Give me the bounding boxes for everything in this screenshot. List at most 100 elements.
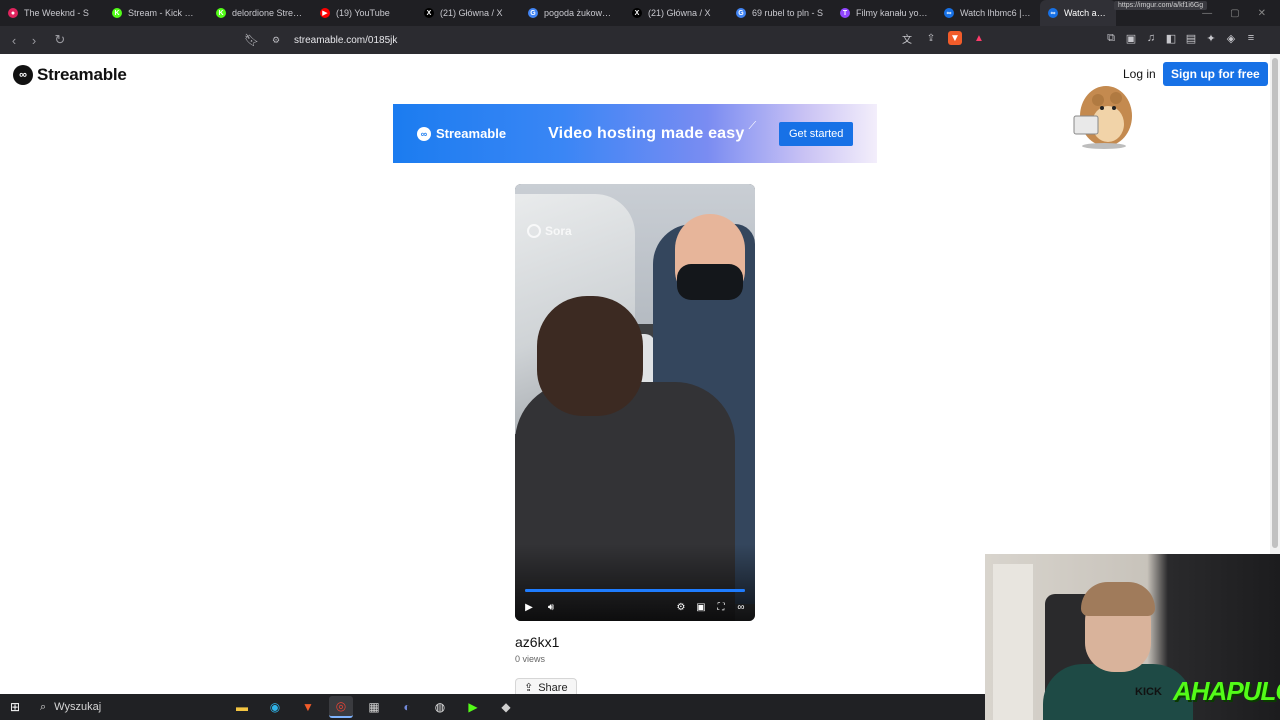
share-label: Share (538, 681, 568, 694)
tab-favicon-icon: X (632, 8, 642, 18)
video-views: 0 views (515, 654, 546, 664)
extension-icons: ⧉ ▣ ♫ ◧ ▤ ✦ ◈ ≡ (1104, 31, 1258, 45)
tab-4[interactable]: X (21) Główna / X (416, 0, 520, 26)
ad-banner[interactable]: ∞ Streamable Video hosting made easy ⟋ G… (393, 104, 877, 163)
extensions-icon[interactable]: ⧉ (1104, 31, 1118, 45)
video-title: az6kx1 (515, 634, 560, 650)
chrome-icon[interactable]: ◎ (329, 696, 353, 718)
fullscreen-icon[interactable]: ⛶ (715, 601, 727, 613)
back-icon[interactable]: ‹ (4, 30, 24, 50)
browser-tab-bar: ● The Weeknd - S K Stream - Kick Dashb Kdelo… (0, 0, 1280, 26)
close-icon[interactable]: ✕ (1258, 8, 1266, 19)
wallet-alt-icon[interactable]: ▤ (1184, 31, 1198, 45)
tab-8[interactable]: T Filmy kanału youlia (832, 0, 936, 26)
app-icon-2[interactable]: ◆ (494, 696, 518, 718)
brave-icon[interactable]: ▼ (296, 696, 320, 718)
tab-favicon-icon: ∞ (944, 8, 954, 18)
tab-favicon-icon: G (528, 8, 538, 18)
tab-3[interactable]: ▶ (19) YouTube (312, 0, 416, 26)
maximize-icon[interactable]: ▢ (1230, 8, 1239, 19)
banner-tagline: Video hosting made easy (548, 124, 745, 142)
music-icon[interactable]: ♫ (1144, 31, 1158, 45)
search-icon: ⌕ (40, 700, 47, 713)
hamster-sticker-image (1073, 86, 1132, 149)
tab-title: Watch lhbmc6 | Stre (960, 8, 1032, 18)
edge-icon[interactable]: ◉ (263, 696, 287, 718)
share-icon: ⇪ (524, 682, 534, 694)
video-player[interactable]: Sora ▶ 🔊︎ ⚙ ▣ ⛶ ∞ (515, 184, 755, 621)
tab-1[interactable]: K Stream - Kick Dashb (104, 0, 208, 26)
picture-in-picture-icon[interactable]: ▣ (695, 601, 707, 613)
tab-title: 69 rubel to pln - S (752, 8, 824, 18)
tab-9[interactable]: ∞ Watch lhbmc6 | Stre (936, 0, 1040, 26)
sidebar-icon[interactable]: ◧ (1164, 31, 1178, 45)
tab-active[interactable]: ∞ Watch az6kx1 (1040, 0, 1116, 26)
tab-favicon-icon: K (112, 8, 122, 18)
tab-7[interactable]: G 69 rubel to pln - S (728, 0, 832, 26)
kick-app-icon[interactable]: ▶ (461, 696, 485, 718)
tab-favicon-icon: G (736, 8, 746, 18)
streamable-banner-icon: ∞ (417, 126, 431, 141)
discord-icon[interactable]: ◐ (395, 696, 419, 718)
video-frame-mask (677, 264, 743, 300)
tab-list: ● The Weeknd - S K Stream - Kick Dashb Kdelo… (0, 0, 1040, 26)
forward-icon[interactable]: › (24, 30, 44, 50)
tab-2[interactable]: Kdelordione Stream (208, 0, 312, 26)
app-icon[interactable]: ▦ (362, 696, 386, 718)
volume-icon[interactable]: 🔊︎ (545, 601, 557, 613)
play-icon[interactable]: ▶ (523, 601, 535, 613)
streamable-logo[interactable]: ∞ Streamable (13, 65, 127, 85)
video-controls: ▶ 🔊︎ ⚙ ▣ ⛶ ∞ (523, 600, 747, 614)
brave-shield-icon[interactable]: ▼ (948, 31, 962, 45)
scrollbar-thumb[interactable] (1272, 58, 1278, 548)
share-page-icon[interactable]: ⇪ (924, 31, 938, 45)
window-controls: — ▢ ✕ (1202, 8, 1280, 19)
address-bar[interactable]: 🔖︎ ⚙ streamable.com/0185jk (244, 29, 990, 51)
windows-start-icon[interactable]: ⊞ (0, 694, 30, 720)
video-frame-man-head (537, 296, 643, 416)
tab-title: (19) YouTube (336, 8, 390, 18)
video-progress-fill (525, 589, 745, 592)
signup-button[interactable]: Sign up for free (1163, 62, 1268, 86)
webcam-overlay: KICK AHAPULCO (985, 554, 1280, 720)
taskbar-search[interactable]: ⌕ Wyszukaj (30, 694, 220, 720)
bookmark-icon[interactable]: 🔖︎ (244, 33, 264, 47)
webcam-door (993, 564, 1033, 720)
translate-icon[interactable]: 文 (900, 31, 914, 46)
tab-title: (21) Główna / X (648, 8, 711, 18)
tab-0[interactable]: ● The Weeknd - S (0, 0, 104, 26)
tab-title: (21) Główna / X (440, 8, 503, 18)
address-actions: 文 ⇪ ▼ ▲ (900, 31, 986, 46)
get-started-button[interactable]: Get started (779, 122, 854, 146)
address-url[interactable]: streamable.com/0185jk (294, 35, 397, 46)
tab-title: Stream - Kick Dashb (128, 8, 200, 18)
site-info-icon[interactable]: ⚙ (272, 35, 292, 46)
banner-logo: ∞ Streamable (417, 126, 506, 141)
vpn-icon[interactable]: ◈ (1224, 31, 1238, 45)
obs-icon[interactable]: ◍ (428, 696, 452, 718)
tab-title: pogoda żukowo - S (544, 8, 616, 18)
leo-icon[interactable]: ✦ (1204, 31, 1218, 45)
video-progress-bar[interactable] (525, 589, 745, 592)
brave-rewards-icon[interactable]: ▲ (972, 31, 986, 45)
wallet-icon[interactable]: ▣ (1124, 31, 1138, 45)
tab-5[interactable]: Gpogoda żukowo - S (520, 0, 624, 26)
tab-favicon-icon: K (216, 8, 226, 18)
file-explorer-icon[interactable]: ▬ (230, 696, 254, 718)
taskbar-apps: ▬ ◉ ▼ ◎ ▦ ◐ ◍ ▶ ◆ (230, 694, 518, 720)
watermark-text: Sora (545, 224, 572, 238)
tab-favicon-icon: T (840, 8, 850, 18)
reload-icon[interactable]: ↻ (50, 30, 70, 50)
settings-icon[interactable]: ⚙ (675, 601, 687, 613)
video-watermark: Sora (527, 224, 572, 238)
tab-favicon-icon: X (424, 8, 434, 18)
tab-title: Filmy kanału youlia (856, 8, 928, 18)
streamable-logo-icon: ∞ (13, 65, 33, 85)
menu-icon[interactable]: ≡ (1244, 31, 1258, 45)
tab-favicon-icon: ▶ (320, 8, 330, 18)
streamable-watermark-icon[interactable]: ∞ (735, 601, 747, 613)
sora-logo-icon (527, 224, 541, 238)
webcam-shirt (1043, 664, 1193, 720)
logo-text: Streamable (37, 65, 127, 84)
tab-6[interactable]: X (21) Główna / X (624, 0, 728, 26)
